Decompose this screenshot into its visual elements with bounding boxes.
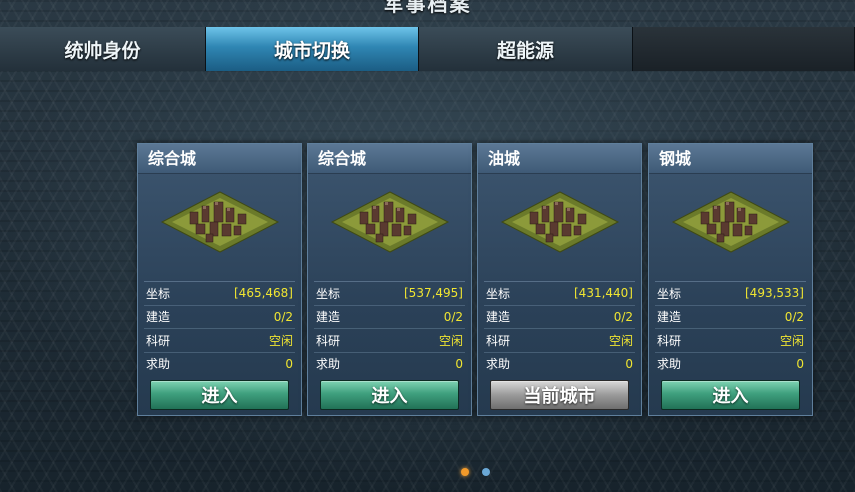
research-label: 科研 — [146, 333, 171, 348]
research-row: 科研 空闲 — [144, 328, 295, 352]
help-value: 0 — [625, 356, 633, 371]
build-value: 0/2 — [443, 309, 463, 324]
page-title: 军事档案 — [383, 0, 472, 16]
research-label: 科研 — [316, 333, 341, 348]
research-label: 科研 — [486, 333, 511, 348]
tab-city-switch[interactable]: 城市切换 — [206, 27, 419, 71]
build-row: 建造 0/2 — [144, 304, 295, 329]
coord-row: 坐标 [493,533] — [655, 281, 806, 305]
city-isometric-icon — [160, 191, 280, 253]
build-label: 建造 — [486, 310, 511, 325]
help-row: 求助 0 — [484, 351, 635, 376]
coord-label: 坐标 — [146, 286, 171, 301]
city-name: 钢城 — [649, 144, 812, 174]
help-value: 0 — [455, 356, 463, 371]
city-isometric-icon — [500, 191, 620, 253]
city-isometric-icon — [671, 191, 791, 253]
page-indicator — [0, 468, 855, 478]
city-card: 综合城 坐标 [537,495] 建造 0/2 科研 空闲 求助 0 进入 — [307, 143, 472, 416]
help-row: 求助 0 — [655, 351, 806, 376]
city-name: 综合城 — [138, 144, 301, 174]
research-row: 科研 空闲 — [484, 328, 635, 352]
page-dot-active[interactable] — [461, 468, 469, 476]
help-label: 求助 — [316, 357, 341, 372]
city-name: 油城 — [478, 144, 641, 174]
build-label: 建造 — [657, 310, 682, 325]
enter-city-button[interactable]: 进入 — [661, 380, 800, 410]
research-row: 科研 空闲 — [314, 328, 465, 352]
coord-label: 坐标 — [657, 286, 682, 301]
help-label: 求助 — [486, 357, 511, 372]
coord-value: [537,495] — [404, 286, 463, 301]
help-value: 0 — [285, 356, 293, 371]
build-label: 建造 — [316, 310, 341, 325]
city-info: 坐标 [537,495] 建造 0/2 科研 空闲 求助 0 — [314, 281, 465, 375]
coord-value: [465,468] — [234, 286, 293, 301]
enter-city-button[interactable]: 进入 — [150, 380, 289, 410]
enter-city-button[interactable]: 进入 — [320, 380, 459, 410]
tab-commander-identity[interactable]: 统帅身份 — [0, 27, 206, 71]
build-row: 建造 0/2 — [655, 304, 806, 329]
city-info: 坐标 [465,468] 建造 0/2 科研 空闲 求助 0 — [144, 281, 295, 375]
coord-row: 坐标 [431,440] — [484, 281, 635, 305]
help-row: 求助 0 — [144, 351, 295, 376]
help-label: 求助 — [146, 357, 171, 372]
help-label: 求助 — [657, 357, 682, 372]
city-card: 油城 坐标 [431,440] 建造 0/2 科研 空闲 求助 0 当前城市 — [477, 143, 642, 416]
research-value: 空闲 — [438, 333, 463, 348]
page-dot-inactive[interactable] — [482, 468, 490, 476]
coord-row: 坐标 [465,468] — [144, 281, 295, 305]
tab-empty-slot — [633, 27, 855, 71]
research-row: 科研 空闲 — [655, 328, 806, 352]
coord-row: 坐标 [537,495] — [314, 281, 465, 305]
build-label: 建造 — [146, 310, 171, 325]
city-info: 坐标 [493,533] 建造 0/2 科研 空闲 求助 0 — [655, 281, 806, 375]
build-row: 建造 0/2 — [314, 304, 465, 329]
help-value: 0 — [796, 356, 804, 371]
help-row: 求助 0 — [314, 351, 465, 376]
city-card: 综合城 坐标 [465,468] 建造 0/2 科研 空闲 求助 0 进入 — [137, 143, 302, 416]
research-value: 空闲 — [779, 333, 804, 348]
current-city-button[interactable]: 当前城市 — [490, 380, 629, 410]
build-value: 0/2 — [273, 309, 293, 324]
city-card: 钢城 坐标 [493,533] 建造 0/2 科研 空闲 求助 0 进入 — [648, 143, 813, 416]
coord-label: 坐标 — [316, 286, 341, 301]
build-row: 建造 0/2 — [484, 304, 635, 329]
build-value: 0/2 — [613, 309, 633, 324]
coord-value: [493,533] — [745, 286, 804, 301]
build-value: 0/2 — [784, 309, 804, 324]
tab-super-energy[interactable]: 超能源 — [419, 27, 633, 71]
city-name: 综合城 — [308, 144, 471, 174]
city-info: 坐标 [431,440] 建造 0/2 科研 空闲 求助 0 — [484, 281, 635, 375]
city-isometric-icon — [330, 191, 450, 253]
research-value: 空闲 — [268, 333, 293, 348]
tab-bar: 统帅身份 城市切换 超能源 — [0, 27, 855, 71]
research-label: 科研 — [657, 333, 682, 348]
coord-label: 坐标 — [486, 286, 511, 301]
coord-value: [431,440] — [574, 286, 633, 301]
research-value: 空闲 — [608, 333, 633, 348]
